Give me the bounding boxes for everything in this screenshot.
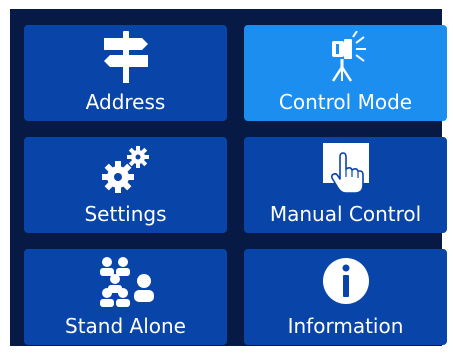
stand-alone-label: Stand Alone: [65, 314, 186, 338]
information-label: Information: [287, 314, 404, 338]
gears-icon: [101, 146, 149, 193]
touch-hand-icon: [322, 143, 369, 194]
stand-alone-button[interactable]: Stand Alone: [24, 249, 227, 345]
settings-label: Settings: [84, 202, 167, 226]
address-label: Address: [85, 90, 166, 114]
manual-control-label: Manual Control: [269, 202, 422, 226]
spotlight-icon: [331, 31, 366, 82]
control-mode-label: Control Mode: [278, 90, 413, 114]
settings-button[interactable]: Settings: [24, 137, 227, 233]
signpost-icon: [103, 31, 148, 83]
information-button[interactable]: Information: [244, 249, 447, 345]
menu-screen: Address Control Mode Settings Manual Con…: [10, 9, 447, 346]
info-icon: [322, 258, 369, 304]
manual-control-button[interactable]: Manual Control: [244, 137, 447, 233]
address-button[interactable]: Address: [24, 25, 227, 121]
control-mode-button[interactable]: Control Mode: [244, 25, 447, 121]
people-group-icon: [99, 257, 154, 307]
